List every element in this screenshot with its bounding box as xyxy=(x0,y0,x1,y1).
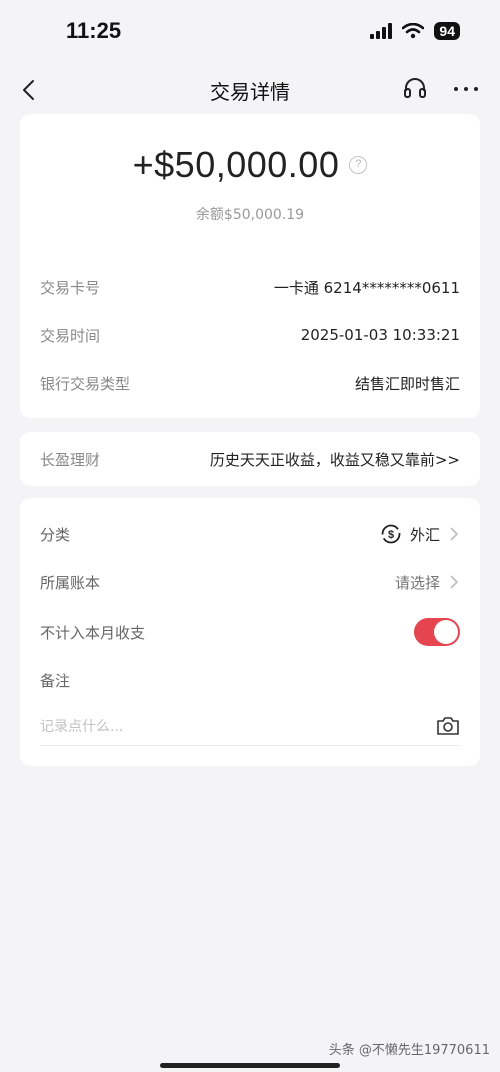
detail-label: 交易时间 xyxy=(40,326,101,345)
note-label: 备注 xyxy=(40,671,71,690)
nav-bar: 交易详情 xyxy=(0,66,500,114)
note-row: 备注 xyxy=(40,666,460,694)
promo-label: 长盈理财 xyxy=(40,451,101,469)
detail-label: 交易卡号 xyxy=(40,278,101,297)
more-icon[interactable] xyxy=(452,76,480,102)
toggle-knob xyxy=(434,620,458,644)
amount-row: +$50,000.00 ? xyxy=(20,144,480,186)
category-value-group: $ 外汇 xyxy=(380,523,460,545)
detail-value: 结售汇即时售汇 xyxy=(354,374,460,393)
settings-card: 分类 $ 外汇 所属账本 请选择 不计入本月收支 备注 记录点什么... xyxy=(20,498,480,766)
svg-text:$: $ xyxy=(388,529,394,541)
account-value-group: 请选择 xyxy=(395,572,460,593)
detail-row-time: 交易时间 2025-01-03 10:33:21 xyxy=(40,322,460,348)
balance-text: 余额$50,000.19 xyxy=(195,207,305,223)
detail-value: 一卡通 6214********0611 xyxy=(273,278,460,297)
category-row[interactable]: 分类 $ 外汇 xyxy=(40,520,460,548)
watermark: 头条 @不懒先生19770611 xyxy=(328,1043,490,1058)
camera-icon[interactable] xyxy=(436,715,460,737)
note-placeholder: 记录点什么... xyxy=(40,718,124,735)
category-label: 分类 xyxy=(40,525,71,544)
promo-link[interactable]: 历史天天正收益，收益又稳又靠前>> xyxy=(210,449,460,470)
account-label: 所属账本 xyxy=(40,573,101,592)
help-icon[interactable]: ? xyxy=(349,156,368,174)
category-value: 外汇 xyxy=(409,525,440,544)
status-time: 11:25 xyxy=(66,18,122,43)
signal-icon xyxy=(370,23,393,39)
detail-row-type: 银行交易类型 结售汇即时售汇 xyxy=(40,370,460,396)
home-indicator xyxy=(160,1063,340,1068)
currency-exchange-icon: $ xyxy=(381,524,401,544)
exclude-toggle[interactable] xyxy=(414,618,460,646)
account-row[interactable]: 所属账本 请选择 xyxy=(40,568,460,596)
battery-indicator: 94 xyxy=(434,22,460,40)
exclude-label: 不计入本月收支 xyxy=(40,623,146,642)
status-bar: 11:25 94 xyxy=(0,0,500,66)
detail-value: 2025-01-03 10:33:21 xyxy=(300,326,460,344)
account-value: 请选择 xyxy=(394,573,440,592)
wifi-icon xyxy=(402,23,425,39)
headset-icon[interactable] xyxy=(402,76,428,102)
detail-row-card-number: 交易卡号 一卡通 6214********0611 xyxy=(40,274,460,300)
note-input[interactable]: 记录点什么... xyxy=(40,706,460,746)
transaction-card: +$50,000.00 ? 余额$50,000.19 交易卡号 一卡通 6214… xyxy=(20,114,480,418)
transaction-amount: +$50,000.00 xyxy=(132,144,340,185)
detail-label: 银行交易类型 xyxy=(40,374,131,393)
exclude-row: 不计入本月收支 xyxy=(40,618,460,646)
chevron-right-icon xyxy=(450,575,459,589)
status-indicators: 94 xyxy=(370,22,460,40)
promo-banner[interactable]: 长盈理财 历史天天正收益，收益又稳又靠前>> xyxy=(20,432,480,486)
chevron-right-icon xyxy=(450,527,459,541)
